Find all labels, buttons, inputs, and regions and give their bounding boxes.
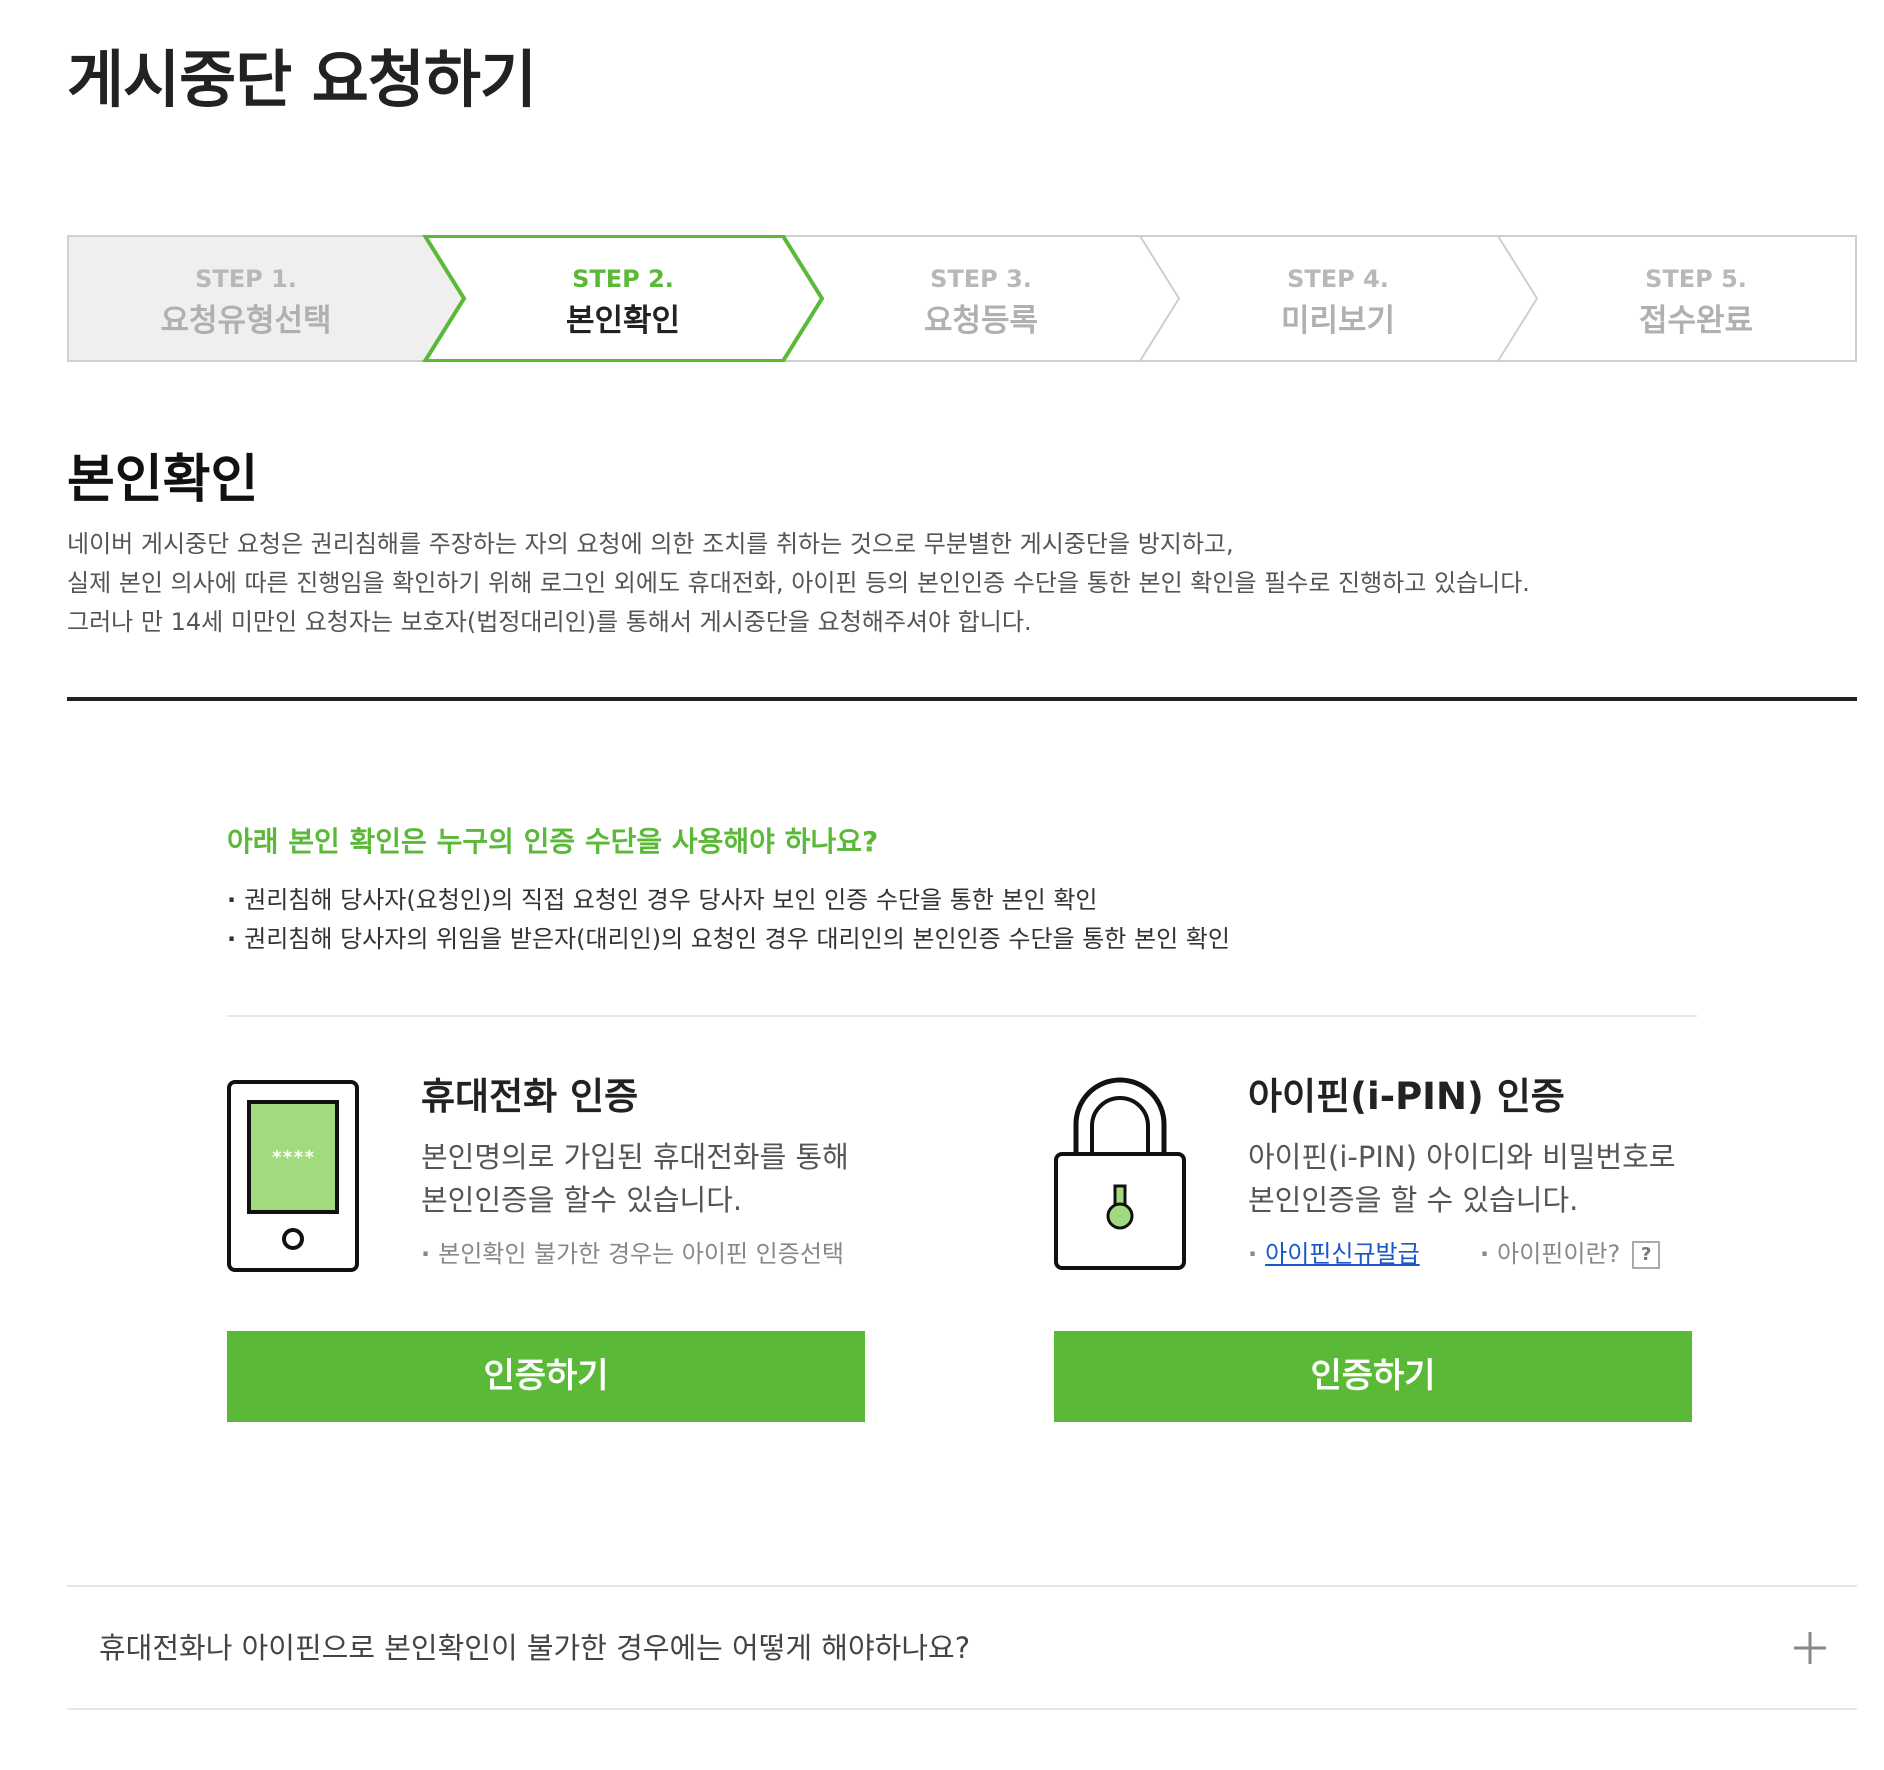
phone-auth-description: 본인명의로 가입된 휴대전화를 통해 본인인증을 할수 있습니다.	[421, 1136, 849, 1222]
section-desc-line: 네이버 게시중단 요청은 권리침해를 주장하는 자의 요청에 의한 조치를 취하…	[67, 530, 1234, 558]
phone-screen-text: ****	[271, 1147, 314, 1168]
help-question-icon[interactable]: ?	[1632, 1241, 1661, 1269]
step-3-label: 요청등록	[923, 303, 1039, 339]
plus-icon[interactable]	[1790, 1628, 1830, 1668]
auth-divider	[227, 1015, 1697, 1017]
bullet-dot-icon: ·	[1480, 1240, 1490, 1268]
auth-bullet-item: 권리침해 당사자의 위임을 받은자(대리인)의 요청인 경우 대리인의 본인인증…	[227, 920, 1230, 959]
step-4: STEP 4. 미리보기	[1159, 235, 1517, 362]
step-5-label: 접수완료	[1638, 303, 1754, 339]
faq-question[interactable]: 휴대전화나 아이핀으로 본인확인이 불가한 경우에는 어떻게 해야하나요?	[99, 1628, 970, 1668]
bullet-dot-icon: ·	[1248, 1240, 1258, 1268]
phone-auth-title: 휴대전화 인증	[421, 1075, 639, 1118]
section-divider	[67, 697, 1857, 701]
step-1-number: STEP 1.	[195, 265, 297, 293]
ipin-auth-button[interactable]: 인증하기	[1054, 1331, 1692, 1422]
bullet-dot-icon: ·	[421, 1240, 431, 1268]
step-2-number: STEP 2.	[572, 265, 674, 293]
step-2-label: 본인확인	[565, 303, 681, 339]
step-4-label: 미리보기	[1280, 303, 1396, 339]
phone-auth-note-text: 본인확인 불가한 경우는 아이핀 인증선택	[438, 1240, 844, 1268]
phone-auth-desc-line: 본인인증을 할수 있습니다.	[421, 1183, 743, 1217]
step-2: STEP 2. 본인확인	[444, 235, 802, 362]
step-progress-bar: STEP 1. 요청유형선택 STEP 2. 본인확인 STEP 3. 요청등록…	[67, 235, 1857, 362]
auth-bullets: 권리침해 당사자(요청인)의 직접 요청인 경우 당사자 보인 인증 수단을 통…	[227, 881, 1230, 959]
ipin-auth-description: 아이핀(i-PIN) 아이디와 비밀번호로 본인인증을 할 수 있습니다.	[1248, 1136, 1675, 1222]
phone-auth-button[interactable]: 인증하기	[227, 1331, 865, 1422]
ipin-info-text: 아이핀이란?	[1497, 1240, 1621, 1268]
section-desc-line: 그러나 만 14세 미만인 요청자는 보호자(법정대리인)를 통해서 게시중단을…	[67, 608, 1032, 636]
step-1: STEP 1. 요청유형선택	[67, 235, 425, 362]
section-desc-line: 실제 본인 의사에 따른 진행임을 확인하기 위해 로그인 외에도 휴대전화, …	[67, 569, 1530, 597]
mobile-phone-icon: ****	[227, 1080, 359, 1276]
phone-auth-desc-line: 본인명의로 가입된 휴대전화를 통해	[421, 1140, 849, 1174]
auth-bullet-item: 권리침해 당사자(요청인)의 직접 요청인 경우 당사자 보인 인증 수단을 통…	[227, 881, 1230, 920]
step-5-number: STEP 5.	[1645, 265, 1747, 293]
faq-divider-bottom	[67, 1708, 1857, 1710]
step-3-number: STEP 3.	[930, 265, 1032, 293]
padlock-icon	[1054, 1076, 1186, 1276]
ipin-auth-desc-line: 아이핀(i-PIN) 아이디와 비밀번호로	[1248, 1140, 1676, 1174]
page-title: 게시중단 요청하기	[67, 43, 537, 116]
ipin-auth-title: 아이핀(i-PIN) 인증	[1248, 1075, 1565, 1118]
ipin-info: · 아이핀이란??	[1480, 1237, 1661, 1271]
step-4-number: STEP 4.	[1287, 265, 1389, 293]
section-title: 본인확인	[67, 450, 259, 510]
ipin-auth-desc-line: 본인인증을 할 수 있습니다.	[1248, 1183, 1579, 1217]
step-3: STEP 3. 요청등록	[802, 235, 1160, 362]
ipin-new-issue: · 아이핀신규발급	[1248, 1237, 1420, 1271]
faq-divider-top	[67, 1585, 1857, 1587]
step-5: STEP 5. 접수완료	[1517, 235, 1875, 362]
section-description: 네이버 게시중단 요청은 권리침해를 주장하는 자의 요청에 의한 조치를 취하…	[67, 525, 1530, 642]
auth-question: 아래 본인 확인은 누구의 인증 수단을 사용해야 하나요?	[227, 825, 879, 858]
phone-auth-note: · 본인확인 불가한 경우는 아이핀 인증선택	[421, 1237, 844, 1271]
step-1-label: 요청유형선택	[160, 303, 332, 339]
ipin-new-issue-link[interactable]: 아이핀신규발급	[1265, 1240, 1420, 1268]
